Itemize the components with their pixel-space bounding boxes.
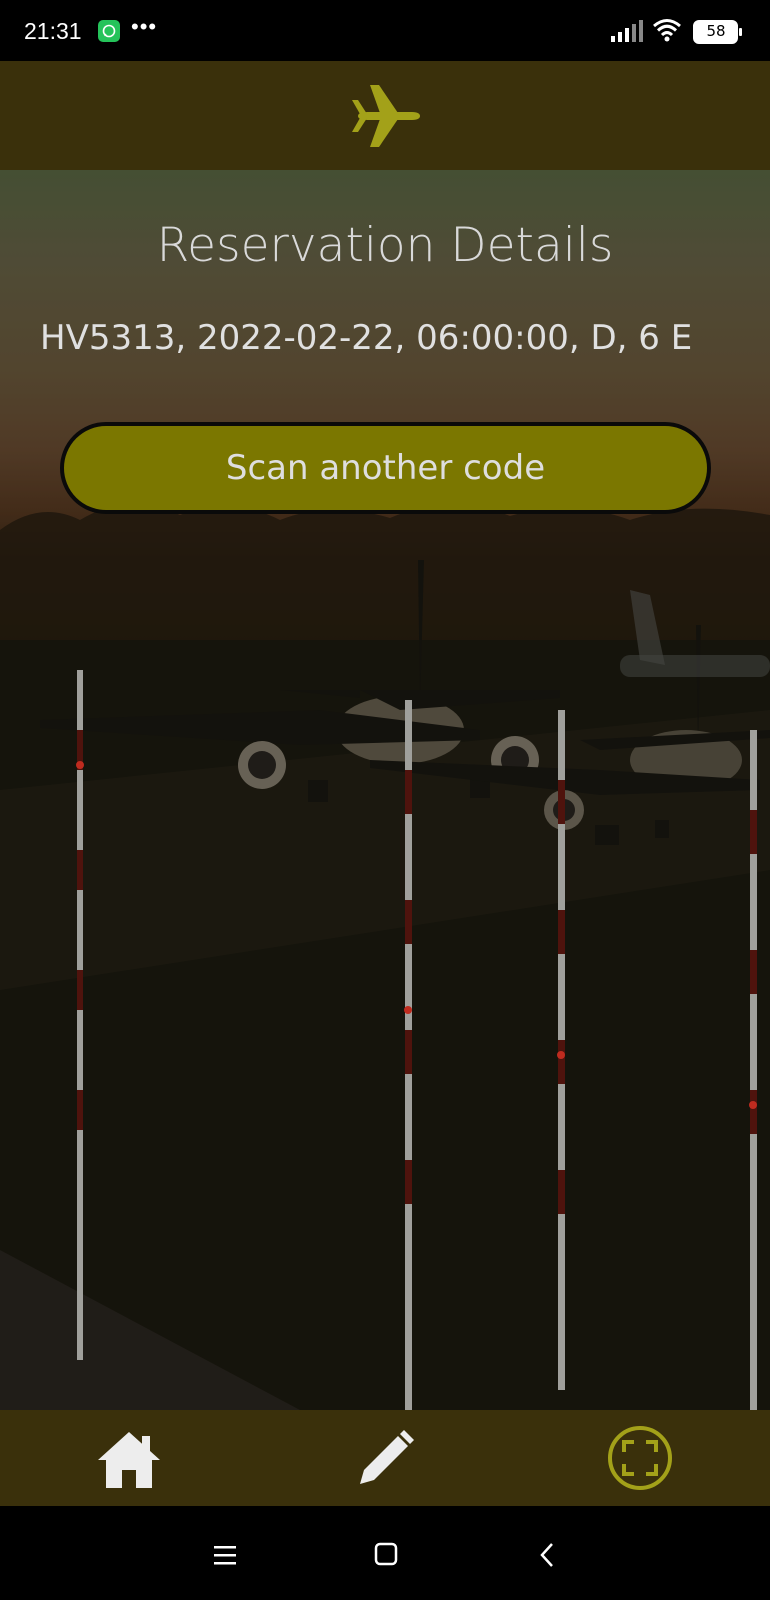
signal-icon	[611, 20, 643, 42]
scan-button-label: Scan another code	[225, 448, 546, 488]
status-time: 21:31	[24, 18, 82, 44]
reservation-details: HV5313, 2022-02-22, 06:00:00, D, 6 E	[40, 318, 693, 358]
recent-apps-icon[interactable]	[212, 1544, 238, 1566]
main-content: Reservation Details HV5313, 2022-02-22, …	[0, 170, 770, 1410]
status-bar: 21:31 ••• 58	[0, 0, 770, 61]
pencil-icon[interactable]	[356, 1430, 414, 1488]
page-title: Reservation Details	[156, 218, 614, 273]
scan-icon[interactable]	[606, 1424, 674, 1492]
whatsapp-icon	[98, 20, 120, 42]
bottom-navigation	[0, 1410, 770, 1506]
home-icon[interactable]	[96, 1430, 162, 1490]
back-icon[interactable]	[538, 1542, 556, 1568]
wifi-icon	[653, 19, 681, 42]
scan-another-code-button[interactable]: Scan another code	[60, 422, 711, 514]
more-notifications-icon: •••	[131, 14, 158, 39]
airplane-icon	[352, 84, 420, 147]
app-header	[0, 61, 770, 170]
home-square-icon[interactable]	[374, 1542, 398, 1566]
battery-level: 58	[706, 22, 726, 40]
system-navigation-bar	[0, 1506, 770, 1600]
